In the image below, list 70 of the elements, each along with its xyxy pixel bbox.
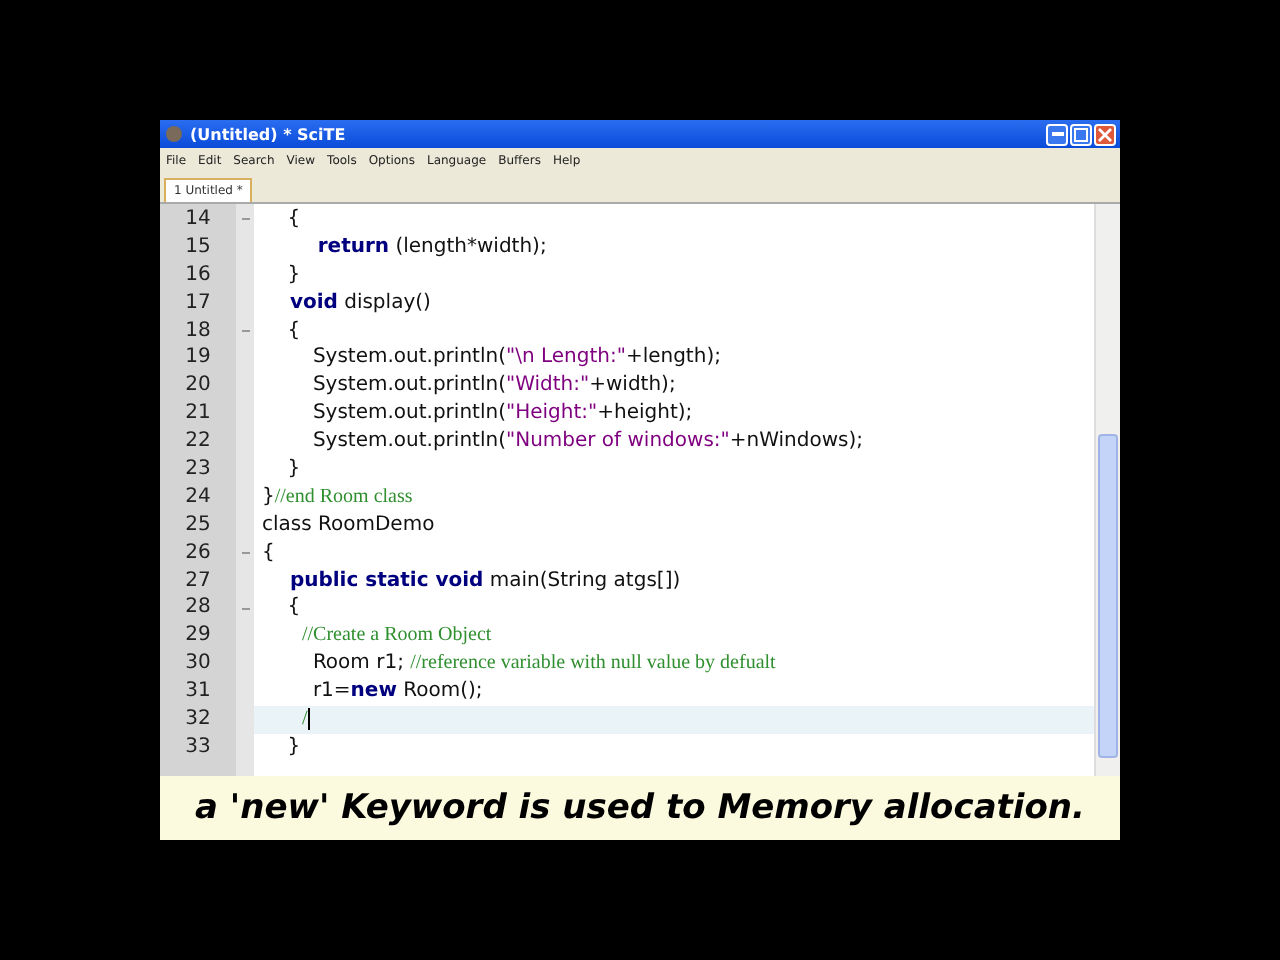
line-number: 17: [185, 291, 211, 316]
minimize-button[interactable]: [1046, 123, 1068, 145]
line-number: 23: [185, 457, 211, 482]
maximize-icon: [1074, 127, 1088, 141]
code-keyword: new: [350, 678, 397, 707]
code-text: {: [285, 317, 301, 345]
code-comment: //Create a Room Object: [300, 622, 492, 651]
code-text: class RoomDemo: [262, 511, 435, 540]
line-number: 27: [185, 569, 211, 594]
line-number: 20: [185, 374, 211, 399]
line-number: 28: [185, 596, 211, 621]
line-number: 26: [185, 541, 211, 566]
line-number: 18: [185, 319, 211, 343]
line-number: 15: [185, 235, 211, 260]
line-number: 16: [185, 263, 211, 288]
code-text: +length);: [625, 344, 721, 373]
line-number: 25: [185, 513, 211, 538]
code-text: {: [262, 539, 275, 568]
window-title: (Untitled) * SciTE: [190, 125, 348, 143]
scrollbar-thumb[interactable]: [1098, 434, 1118, 758]
line-number: 24: [185, 485, 211, 510]
code-text: main(String atgs[]): [487, 567, 681, 595]
maximize-button[interactable]: [1070, 123, 1092, 145]
subtitle-caption: a 'new' Keyword is used to Memory allocation.: [160, 776, 1120, 840]
code-text: Room();: [401, 678, 483, 707]
code-keyword: return: [315, 233, 390, 262]
line-number: 29: [185, 624, 211, 649]
line-number: 14: [185, 207, 211, 232]
app-icon: [164, 124, 184, 144]
line-number: 19: [185, 346, 211, 371]
code-string: "Height:": [505, 400, 598, 429]
close-icon: [1098, 127, 1112, 141]
fold-marker-icon[interactable]: [241, 607, 249, 610]
code-text: }: [285, 456, 301, 484]
code-text: System.out.println(: [310, 400, 506, 429]
text-caret: [307, 708, 310, 731]
code-text: System.out.println(: [310, 372, 506, 401]
code-string: "Width:": [505, 372, 590, 401]
code-text: }: [262, 483, 275, 512]
fold-marker-icon[interactable]: [241, 552, 249, 555]
fold-marker-icon[interactable]: [241, 330, 249, 332]
code-text: +height);: [597, 400, 693, 429]
code-text: (length*width);: [393, 233, 547, 262]
line-number: 31: [185, 680, 211, 705]
code-keyword: public static void: [287, 567, 484, 595]
code-comment: //reference variable with null value by defualt: [410, 650, 776, 679]
minimize-icon: [1051, 132, 1063, 136]
code-comment: //end Room class: [274, 483, 413, 512]
line-number: 21: [185, 402, 211, 427]
code-comment: /: [300, 706, 308, 734]
code-text: {: [285, 206, 301, 234]
code-text: +width);: [589, 372, 676, 401]
line-number: 32: [185, 707, 211, 732]
code-text: {: [285, 594, 301, 623]
vertical-scrollbar[interactable]: [1094, 204, 1120, 780]
close-button[interactable]: [1094, 123, 1116, 145]
code-text: r1=: [310, 678, 351, 707]
code-text: display(): [342, 289, 431, 318]
code-string: "\n Length:": [505, 344, 626, 373]
code-text: }: [285, 733, 301, 762]
code-text: System.out.println(: [310, 344, 506, 373]
code-string: "Number of windows:": [505, 428, 730, 457]
line-number: 33: [185, 735, 211, 760]
code-text: }: [285, 261, 301, 290]
code-text: Room r1;: [310, 650, 406, 679]
line-number: 22: [185, 430, 211, 455]
code-keyword: void: [287, 289, 338, 318]
line-number: 30: [185, 652, 211, 677]
code-text: +nWindows);: [729, 428, 864, 457]
code-text: System.out.println(: [310, 428, 506, 457]
